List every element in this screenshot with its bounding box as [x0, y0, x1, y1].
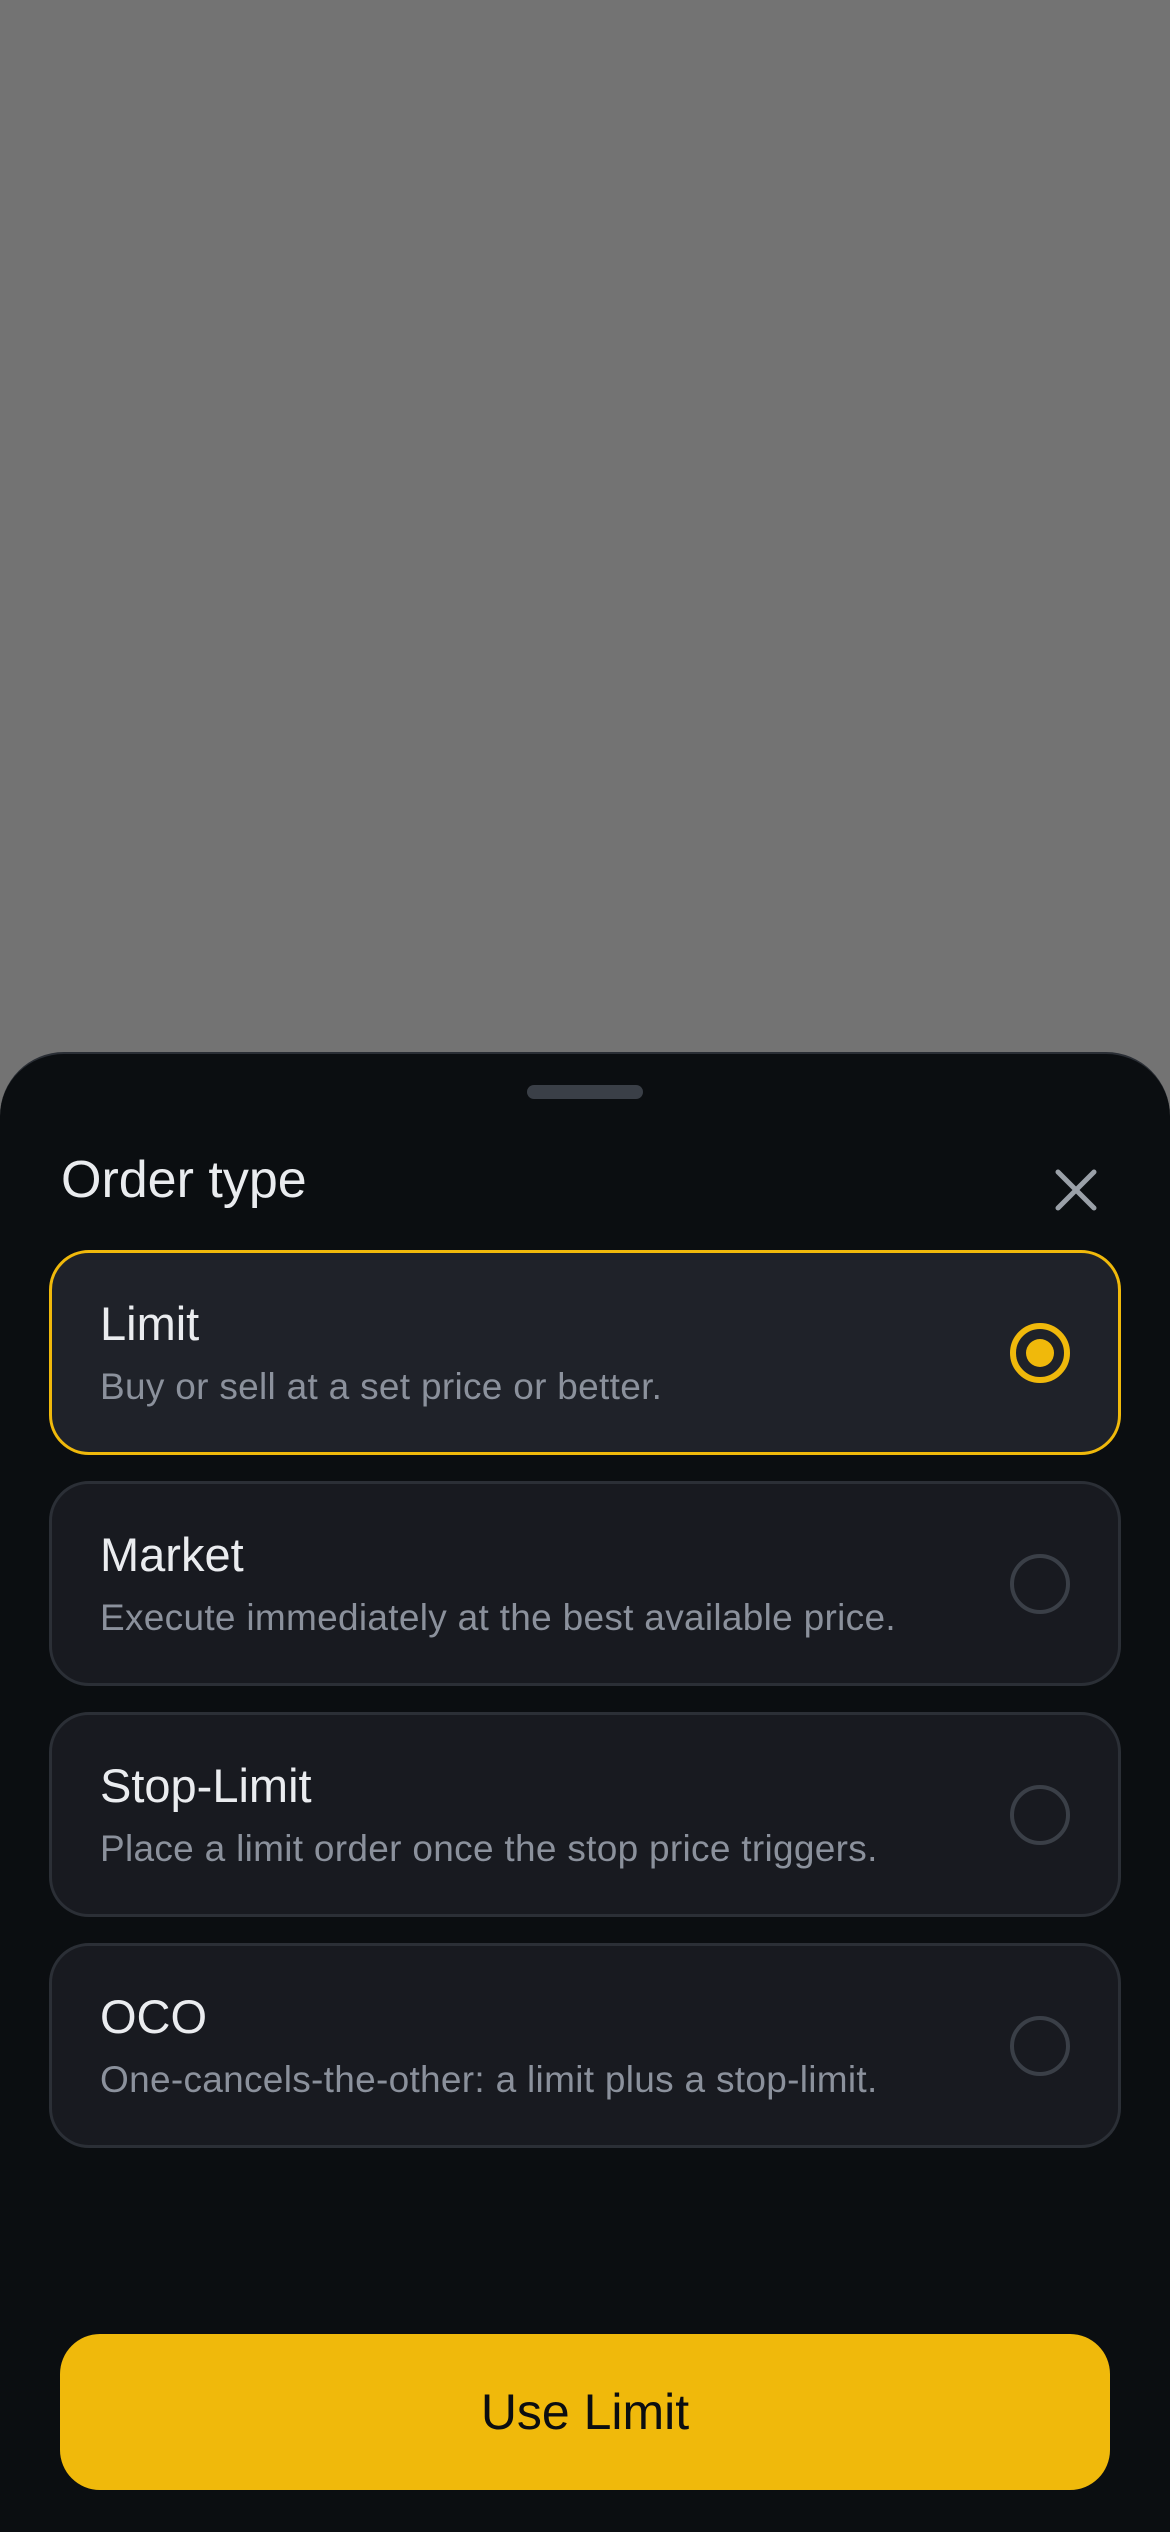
close-icon	[1055, 1169, 1097, 1211]
close-button[interactable]	[1036, 1150, 1116, 1230]
option-stop-limit[interactable]: Stop-Limit Place a limit order once the …	[49, 1712, 1121, 1917]
sheet-title: Order type	[61, 1151, 307, 1209]
use-limit-button[interactable]: Use Limit	[60, 2334, 1110, 2490]
option-description: One-cancels-the-other: a limit plus a st…	[100, 2059, 878, 2100]
option-description: Execute immediately at the best availabl…	[100, 1597, 896, 1638]
radio-unselected[interactable]	[1010, 1784, 1070, 1845]
option-limit[interactable]: Limit Buy or sell at a set price or bett…	[49, 1250, 1121, 1455]
option-market[interactable]: Market Execute immediately at the best a…	[49, 1481, 1121, 1686]
option-label: OCO	[100, 1990, 208, 2043]
option-description: Buy or sell at a set price or better.	[100, 1366, 663, 1407]
option-oco[interactable]: OCO One-cancels-the-other: a limit plus …	[49, 1943, 1121, 2148]
option-label: Limit	[100, 1297, 200, 1350]
option-label: Stop-Limit	[100, 1759, 312, 1812]
radio-selected[interactable]	[1010, 1322, 1070, 1383]
option-description: Place a limit order once the stop price …	[100, 1828, 878, 1869]
radio-unselected[interactable]	[1010, 2015, 1070, 2076]
order-type-sheet: Order type Limit Buy or sell at a set pr…	[0, 1052, 1170, 2532]
drag-handle[interactable]	[527, 1085, 643, 1099]
option-label: Market	[100, 1528, 244, 1581]
radio-unselected[interactable]	[1010, 1553, 1070, 1614]
order-type-options: Limit Buy or sell at a set price or bett…	[49, 1250, 1121, 2174]
modal-backdrop[interactable]	[0, 0, 1170, 1100]
